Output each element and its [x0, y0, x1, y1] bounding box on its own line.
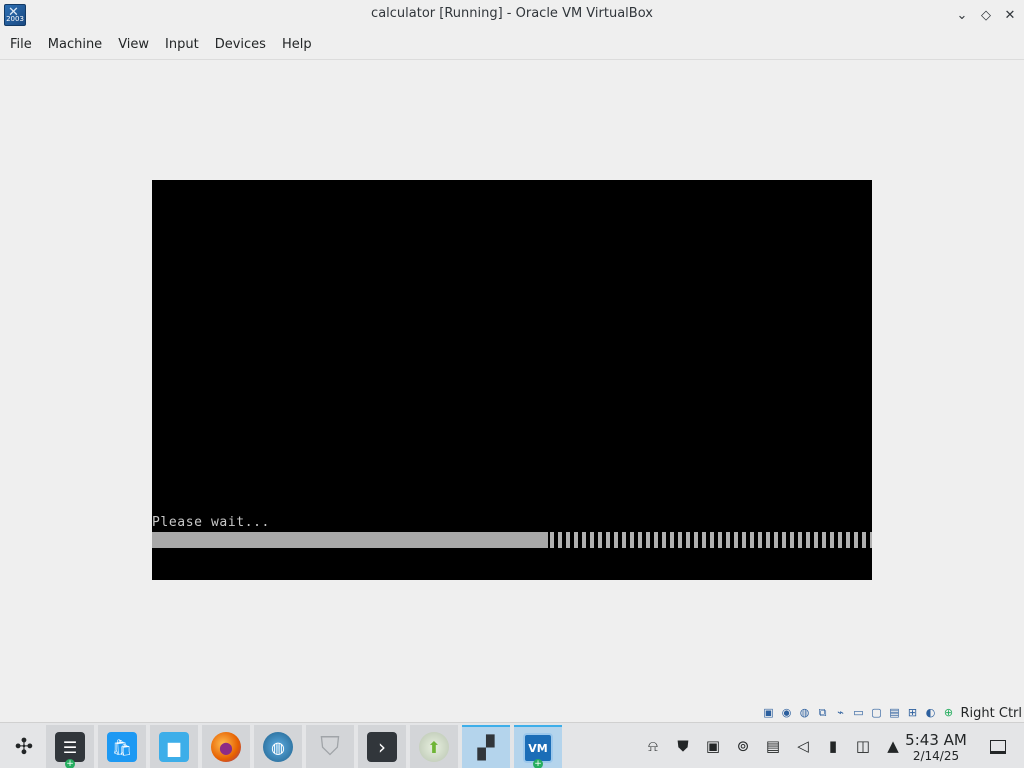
menu-file[interactable]: File — [2, 33, 40, 57]
usb-icon[interactable]: ⌁ — [833, 705, 849, 721]
show-desktop-button[interactable] — [976, 725, 1020, 768]
menu-help[interactable]: Help — [274, 33, 320, 57]
close-icon: ✕ — [1004, 7, 1016, 23]
vm-progress-bar — [152, 532, 872, 548]
badge-icon: + — [533, 759, 543, 768]
system-settings-icon: ☰ — [55, 732, 85, 762]
taskbar-security[interactable]: ⛉ — [306, 725, 354, 768]
maximize-button[interactable]: ◇ — [976, 5, 996, 25]
vm-wait-message: Please wait... — [152, 515, 270, 530]
globe-icon: ◍ — [263, 732, 293, 762]
firefox-icon: ● — [211, 732, 241, 762]
taskbar-web-browser[interactable]: ◍ — [254, 725, 302, 768]
terminal-icon: › — [367, 732, 397, 762]
cpu-icon[interactable]: ◐ — [923, 705, 939, 721]
taskbar-virtualbox[interactable]: VM + — [514, 725, 562, 768]
taskbar-firefox[interactable]: ● — [202, 725, 250, 768]
taskbar: ✣ ☰ + 🛍 ▆ ● ◍ ⛉ › ⬆ ▞ VM + ⍾ ⛊ ▣ ⊚ ▤ ◁ ▮… — [0, 722, 1024, 768]
notes-icon[interactable]: ▤ — [762, 735, 784, 757]
show-desktop-icon — [990, 740, 1006, 754]
vbox-status-bar: ▣ ◉ ◍ ⧉ ⌁ ▭ ▢ ▤ ⊞ ◐ ⊕ Right Ctrl — [761, 704, 1023, 722]
volume-muted-icon[interactable]: ◁ — [792, 735, 814, 757]
application-launcher-button[interactable]: ✣ — [0, 725, 48, 768]
hard-disk-icon[interactable]: ▣ — [761, 705, 777, 721]
optical-drive-icon[interactable]: ◉ — [779, 705, 795, 721]
mouse-integration-icon[interactable]: ⊕ — [941, 705, 957, 721]
system-tray: ⍾ ⛊ ▣ ⊚ ▤ ◁ ▮ ◫ ▲ — [638, 723, 908, 768]
vm-display[interactable]: Please wait... — [152, 180, 872, 580]
menu-machine[interactable]: Machine — [40, 33, 110, 57]
application-launcher-icon: ✣ — [14, 734, 34, 760]
recording-icon[interactable]: ⊞ — [905, 705, 921, 721]
clipboard-icon[interactable]: ▣ — [702, 735, 724, 757]
bell-icon[interactable]: ⍾ — [642, 735, 664, 757]
window-titlebar[interactable]: ✕ 2003 calculator [Running] - Oracle VM … — [0, 0, 1024, 30]
host-key-label: Right Ctrl — [960, 705, 1023, 721]
video-capture-icon[interactable]: ▤ — [887, 705, 903, 721]
shield-icon[interactable]: ⛊ — [672, 735, 694, 757]
close-button[interactable]: ✕ — [1000, 5, 1020, 25]
menu-view[interactable]: View — [110, 33, 157, 57]
taskbar-terminal[interactable]: › — [358, 725, 406, 768]
audio-icon[interactable]: ◍ — [797, 705, 813, 721]
update-icon[interactable]: ⊚ — [732, 735, 754, 757]
menu-bar: File Machine View Input Devices Help — [0, 30, 1024, 60]
display-icon[interactable]: ▢ — [869, 705, 885, 721]
digital-clock[interactable]: 5:43 AM 2/14/25 — [900, 731, 972, 763]
clock-date: 2/14/25 — [912, 749, 960, 763]
badge-icon: + — [65, 759, 75, 768]
taskbar-system-settings[interactable]: ☰ + — [46, 725, 94, 768]
network-icon[interactable]: ◫ — [852, 735, 874, 757]
clock-time: 5:43 AM — [905, 731, 967, 749]
update-arrow-icon: ⬆ — [419, 732, 449, 762]
taskbar-updater[interactable]: ⬆ — [410, 725, 458, 768]
vm-progress-fill — [152, 532, 548, 548]
network-icon[interactable]: ⧉ — [815, 705, 831, 721]
taskbar-file-manager[interactable]: ▆ — [150, 725, 198, 768]
menu-input[interactable]: Input — [157, 33, 207, 57]
folder-icon: ▆ — [159, 732, 189, 762]
window-title: calculator [Running] - Oracle VM Virtual… — [371, 6, 653, 21]
diamond-icon: ◇ — [981, 7, 991, 23]
shield-icon: ⛉ — [320, 731, 340, 762]
minimize-button[interactable]: ⌄ — [952, 5, 972, 25]
taskbar-network-app[interactable]: ▞ — [462, 725, 510, 768]
network-tree-icon: ▞ — [477, 735, 495, 761]
chevron-down-icon: ⌄ — [956, 7, 968, 23]
taskbar-discover[interactable]: 🛍 — [98, 725, 146, 768]
usb-device-icon[interactable]: ▮ — [822, 735, 844, 757]
menu-devices[interactable]: Devices — [207, 33, 274, 57]
vm-progress-remaining — [550, 532, 872, 548]
discover-store-icon: 🛍 — [107, 732, 137, 762]
shared-folders-icon[interactable]: ▭ — [851, 705, 867, 721]
